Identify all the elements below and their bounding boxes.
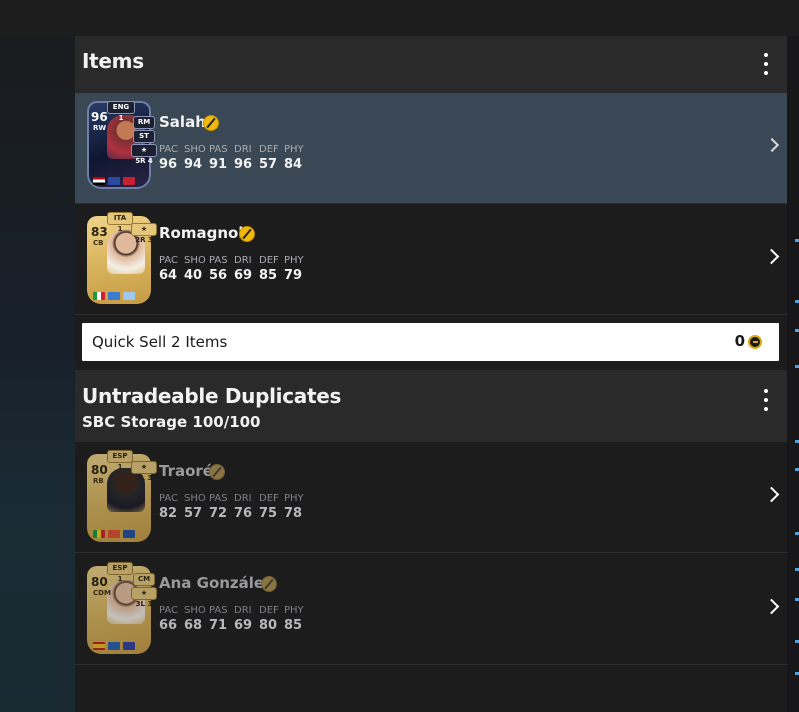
card-flags bbox=[93, 285, 143, 300]
card-flags bbox=[93, 635, 143, 650]
chevron-right-icon[interactable] bbox=[763, 248, 780, 265]
chevron-right-icon[interactable] bbox=[763, 598, 780, 615]
stat-values: 96 94 91 96 57 84 bbox=[159, 157, 303, 172]
player-row-traore[interactable]: ESP 1 80 RB ★ 3L 3 Traoré PAC SHO PAS DRI DE… bbox=[75, 442, 787, 553]
quick-sell-button[interactable]: Quick Sell 2 Items 0 bbox=[82, 323, 779, 361]
stat-values: 64 40 56 69 85 79 bbox=[159, 268, 303, 283]
card-flags bbox=[93, 523, 143, 538]
league-tag: ESP 1 bbox=[107, 450, 133, 471]
player-row-romagnoli[interactable]: ITA 1 83 CB ★ 2R 3 Romagnoli PAC SHO PAS DR… bbox=[75, 204, 787, 315]
player-card-traore: ESP 1 80 RB ★ 3L 3 bbox=[87, 450, 157, 542]
card-flags bbox=[93, 170, 143, 185]
items-panel: Items ENG 1 96 RW RM ST ★ 5R 4 Salah PAC… bbox=[75, 36, 787, 712]
card-rating: 83 bbox=[91, 225, 108, 239]
league-tag: ITA 1 bbox=[107, 212, 133, 233]
alt-position-tag: CM bbox=[133, 573, 155, 586]
duplicates-section-header: Untradeable Duplicates SBC Storage 100/1… bbox=[75, 370, 787, 442]
stat-labels: PAC SHO PAS DRI DEF PHY bbox=[159, 605, 304, 616]
card-position: CDM bbox=[93, 589, 111, 597]
untradeable-icon bbox=[261, 576, 277, 592]
stat-labels: PAC SHO PAS DRI DEF PHY bbox=[159, 493, 304, 504]
player-name: Ana González bbox=[159, 574, 273, 592]
items-section-title: Items bbox=[82, 49, 144, 73]
sbc-storage-label: SBC Storage 100/100 bbox=[82, 413, 261, 431]
untradeable-icon bbox=[203, 115, 219, 131]
card-position: CB bbox=[93, 239, 104, 247]
player-name: Salah bbox=[159, 113, 206, 131]
card-position: RB bbox=[93, 477, 104, 485]
coin-icon bbox=[748, 335, 762, 349]
playstyle-tag: ★ 5R 4 bbox=[131, 144, 157, 165]
chevron-right-icon[interactable] bbox=[763, 486, 780, 503]
alt-position-tag: ST bbox=[133, 130, 155, 143]
left-background bbox=[0, 36, 75, 712]
player-row-salah[interactable]: ENG 1 96 RW RM ST ★ 5R 4 Salah PAC SHO PAS… bbox=[75, 93, 787, 204]
playstyle-tag: ★ 2R 3 bbox=[131, 223, 157, 244]
player-card-ana-gonzalez: ESP 1 80 CDM CM ★ 3L 3 bbox=[87, 562, 157, 654]
stat-values: 66 68 71 69 80 85 bbox=[159, 618, 303, 633]
quick-sell-value: 0 bbox=[734, 332, 745, 350]
right-background bbox=[787, 36, 799, 712]
player-card-salah: ENG 1 96 RW RM ST ★ 5R 4 bbox=[87, 101, 157, 189]
card-rating: 80 bbox=[91, 575, 108, 589]
league-tag: ESP 1 bbox=[107, 562, 133, 583]
chevron-right-icon[interactable] bbox=[764, 137, 780, 153]
alt-position-tag: RM bbox=[133, 116, 155, 129]
player-name: Traoré bbox=[159, 462, 213, 480]
card-rating: 96 bbox=[91, 110, 108, 124]
untradeable-icon bbox=[209, 464, 225, 480]
duplicates-section-title: Untradeable Duplicates bbox=[82, 384, 342, 408]
player-card-romagnoli: ITA 1 83 CB ★ 2R 3 bbox=[87, 212, 157, 304]
league-tag: ENG 1 bbox=[107, 101, 135, 122]
top-bar bbox=[0, 0, 799, 36]
card-position: RW bbox=[93, 124, 107, 132]
more-vertical-icon[interactable] bbox=[763, 389, 769, 411]
player-row-ana-gonzalez[interactable]: ESP 1 80 CDM CM ★ 3L 3 Ana González PAC S… bbox=[75, 554, 787, 665]
items-section-header: Items bbox=[75, 36, 787, 93]
stat-values: 82 57 72 76 75 78 bbox=[159, 506, 303, 521]
player-name: Romagnoli bbox=[159, 224, 249, 242]
playstyle-tag: ★ 3L 3 bbox=[131, 587, 157, 608]
untradeable-icon bbox=[239, 226, 255, 242]
stat-labels: PAC SHO PAS DRI DEF PHY bbox=[159, 144, 304, 155]
quick-sell-label: Quick Sell 2 Items bbox=[92, 333, 228, 351]
stat-labels: PAC SHO PAS DRI DEF PHY bbox=[159, 255, 304, 266]
playstyle-tag: ★ 3L 3 bbox=[131, 461, 157, 482]
more-vertical-icon[interactable] bbox=[763, 53, 769, 75]
card-rating: 80 bbox=[91, 463, 108, 477]
